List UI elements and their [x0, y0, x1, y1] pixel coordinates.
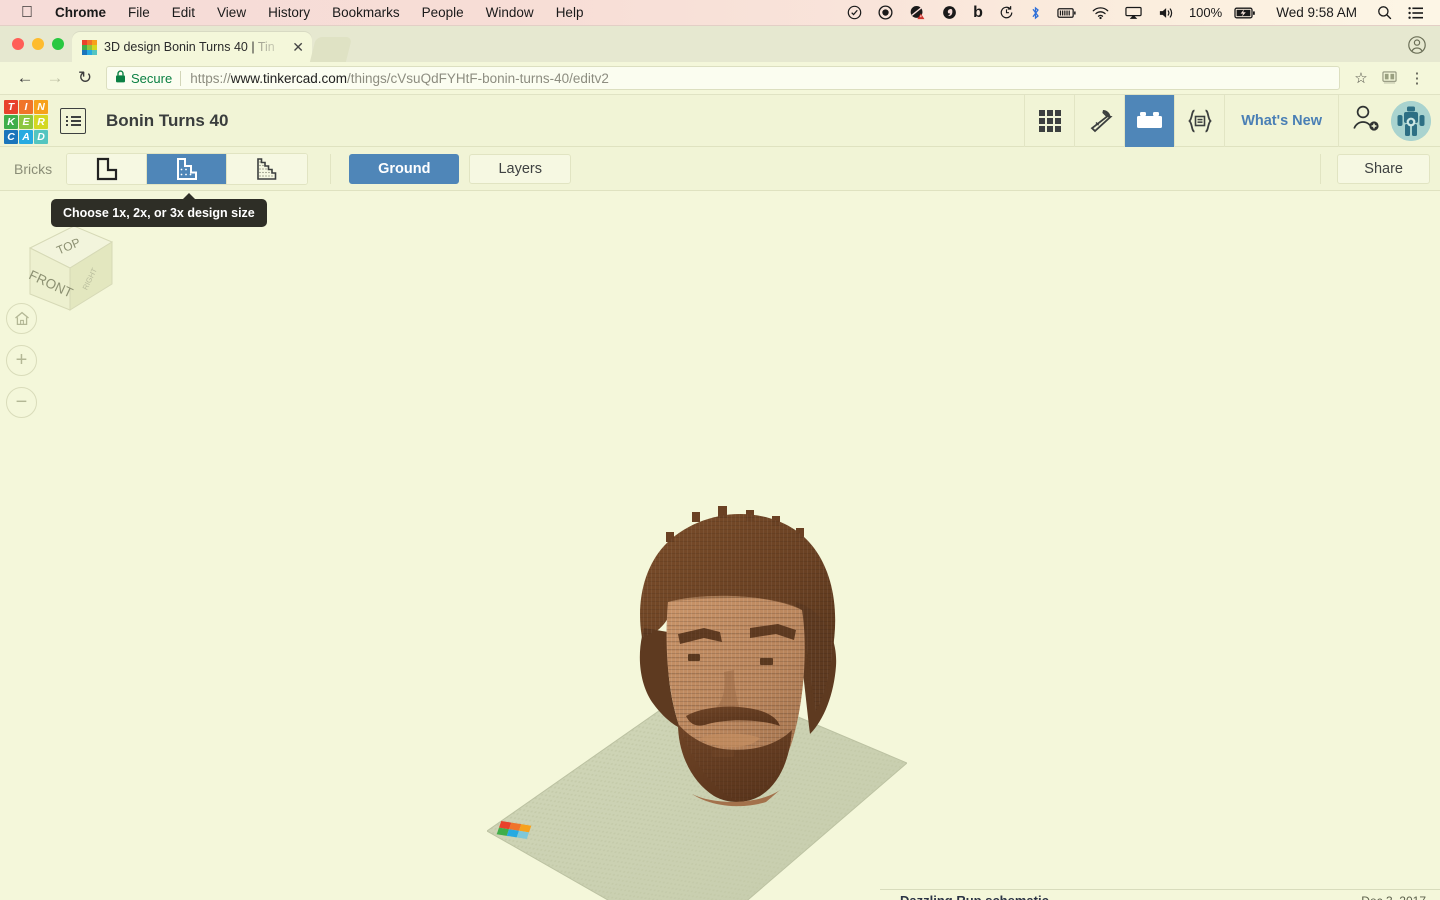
logo-tile-d: D [34, 129, 48, 144]
download-bar-divider [880, 889, 1440, 890]
minecraft-pickaxe-icon[interactable] [1074, 94, 1124, 147]
logo-tile-i: I [19, 99, 33, 114]
design-size-1x-button[interactable] [67, 153, 148, 184]
window-traffic-lights [12, 38, 64, 50]
browser-tab-strip: 3D design Bonin Turns 40 | Tin ✕ [0, 26, 1440, 62]
maximize-window-button[interactable] [52, 38, 64, 50]
page-title: Bonin Turns 40 [106, 110, 229, 130]
favicon-cell-6 [82, 49, 87, 55]
tinkercad-logo[interactable]: TIN KER CAD [2, 98, 48, 144]
view-cube[interactable]: TOP FRONT RIGHT [12, 216, 122, 316]
favicon-cell-7 [87, 49, 92, 55]
design-size-2x-button[interactable] [147, 153, 228, 184]
download-item[interactable]: Dazzling Rup.schematic [900, 893, 1049, 900]
logo-tile-r: R [34, 114, 48, 129]
layers-button[interactable]: Layers [469, 153, 572, 184]
zoom-in-button[interactable]: + [6, 345, 37, 376]
airplay-icon[interactable] [1117, 6, 1150, 20]
tab-title: 3D design Bonin Turns 40 | Tin [104, 40, 275, 54]
user-avatar[interactable] [1391, 100, 1431, 141]
macos-menu-bar:  Chrome File Edit View History Bookmark… [0, 0, 1440, 26]
evernote-icon[interactable] [934, 5, 965, 20]
browser-tab-active[interactable]: 3D design Bonin Turns 40 | Tin ✕ [72, 32, 312, 62]
minimize-window-button[interactable] [32, 38, 44, 50]
menu-edit[interactable]: Edit [161, 0, 206, 26]
profile-avatar-icon[interactable] [1408, 36, 1426, 54]
reload-button[interactable]: ↻ [70, 63, 100, 93]
whats-new-link[interactable]: What's New [1224, 94, 1338, 147]
menu-chrome[interactable]: Chrome [44, 0, 117, 26]
logo-tile-a: A [19, 129, 33, 144]
menu-history[interactable]: History [257, 0, 321, 26]
checkmark-circle-icon[interactable] [839, 5, 870, 20]
backblaze-icon[interactable]: b [965, 0, 991, 26]
forward-button[interactable]: → [40, 63, 70, 93]
zoom-out-button[interactable]: − [6, 387, 37, 418]
apple-menu-icon[interactable]:  [10, 0, 44, 26]
battery-charging-icon[interactable] [1226, 6, 1264, 20]
tinkercad-favicon [82, 39, 97, 55]
bluetooth-icon[interactable] [1022, 5, 1049, 21]
wifi-icon[interactable] [1084, 6, 1117, 20]
notification-center-icon[interactable] [1400, 6, 1432, 20]
logo-tile-k: K [4, 114, 18, 129]
download-date: Dec 3, 2017 [1361, 894, 1426, 900]
download-bar: Dazzling Rup.schematic Dec 3, 2017 [0, 888, 1440, 900]
add-person-icon[interactable] [1351, 103, 1381, 138]
app-header: TIN KER CAD Bonin Turns 40 What's New [0, 94, 1440, 147]
time-machine-icon[interactable] [991, 5, 1022, 20]
lego-brick-icon[interactable] [1124, 94, 1175, 147]
3d-canvas[interactable]: TOP FRONT RIGHT + − [0, 191, 1440, 900]
design-size-selector [66, 152, 309, 185]
bricks-toolbar: Bricks Ground Layers Share [0, 147, 1440, 191]
design-size-3x-button[interactable] [227, 153, 308, 184]
menu-bookmarks[interactable]: Bookmarks [321, 0, 411, 26]
menu-people[interactable]: People [411, 0, 475, 26]
bookmark-star-icon[interactable]: ☆ [1348, 65, 1374, 91]
bricks-label: Bricks [14, 160, 53, 177]
close-icon[interactable]: ✕ [292, 39, 304, 56]
menu-view[interactable]: View [206, 0, 257, 26]
omnibox-divider [180, 70, 182, 86]
secure-label: Secure [131, 70, 173, 86]
home-view-button[interactable] [6, 303, 37, 334]
record-circle-icon[interactable] [870, 5, 901, 20]
address-bar[interactable]: Secure https://www.tinkercad.com/things/… [106, 66, 1340, 90]
volume-icon[interactable] [1150, 6, 1183, 20]
browser-toolbar: ← → ↻ Secure https://www.tinkercad.com/t… [0, 62, 1440, 95]
extension-icon[interactable] [1376, 65, 1402, 91]
favicon-cell-8 [92, 49, 97, 55]
logo-tile-n: N [34, 99, 48, 114]
new-tab-button[interactable] [309, 37, 353, 62]
back-button[interactable]: ← [10, 63, 40, 93]
logo-tile-t: T [4, 99, 18, 114]
menu-file[interactable]: File [117, 0, 161, 26]
codeblocks-icon[interactable] [1174, 94, 1224, 147]
logo-tile-c: C [4, 129, 18, 144]
project-menu-icon[interactable] [60, 107, 86, 134]
ground-button[interactable]: Ground [349, 153, 460, 184]
battery-meter-icon[interactable] [1049, 6, 1084, 20]
share-button[interactable]: Share [1337, 153, 1430, 184]
close-window-button[interactable] [12, 38, 24, 50]
spotlight-search-icon[interactable] [1369, 5, 1400, 20]
lock-icon [115, 70, 126, 86]
chrome-menu-icon[interactable]: ⋮ [1404, 65, 1430, 91]
menu-help[interactable]: Help [545, 0, 595, 26]
dropbox-warning-icon[interactable] [901, 5, 934, 20]
toolbar-divider [330, 153, 332, 184]
brick-portrait-model[interactable] [600, 506, 880, 851]
apps-grid-icon[interactable] [1024, 94, 1074, 147]
url-text: https://www.tinkercad.com/things/cVsuQdF… [190, 70, 609, 86]
share-divider [1320, 153, 1322, 184]
menu-window[interactable]: Window [475, 0, 545, 26]
hamburger-lines [66, 114, 81, 128]
battery-percent-label: 100% [1188, 4, 1223, 20]
design-size-tooltip: Choose 1x, 2x, or 3x design size [51, 193, 267, 227]
menubar-clock[interactable]: Wed 9:58 AM [1264, 5, 1369, 20]
logo-tile-e: E [19, 114, 33, 129]
